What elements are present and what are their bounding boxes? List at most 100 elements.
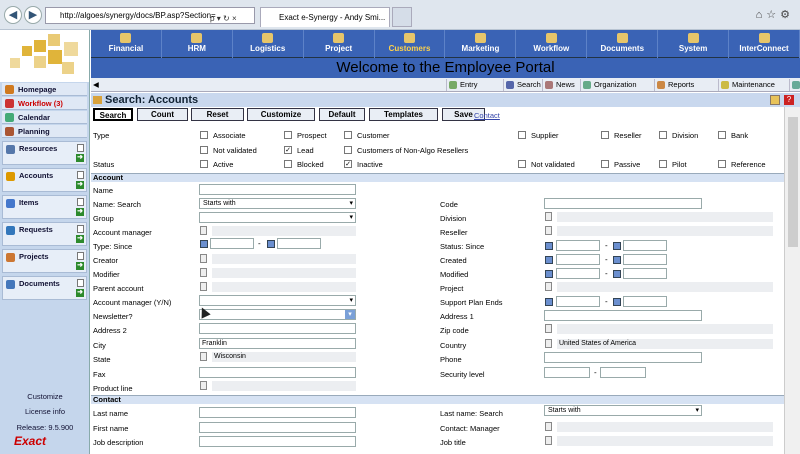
type-checkbox-reseller[interactable] <box>601 131 609 139</box>
toolbar-search[interactable]: Search <box>503 79 541 91</box>
go-arrow-icon[interactable]: ➜ <box>76 235 84 243</box>
default-button[interactable]: Default <box>319 108 365 121</box>
search-button[interactable]: Search <box>93 108 133 121</box>
go-arrow-icon[interactable]: ➜ <box>76 181 84 189</box>
name-input[interactable] <box>199 184 356 195</box>
status-since-to-calendar-icon[interactable] <box>613 242 621 250</box>
sidebar-item-planning[interactable]: Planning <box>2 125 87 138</box>
sidebar-item-workflow[interactable]: Workflow (3) <box>2 97 87 110</box>
sidebar-group-documents[interactable]: Documents ➜ <box>2 276 87 300</box>
type-since-to-calendar-icon[interactable] <box>267 240 275 248</box>
contact-input-job-description[interactable] <box>199 436 356 447</box>
newsletter-select[interactable]: ▾ <box>199 309 356 320</box>
account-manager-picker-icon[interactable] <box>200 226 207 235</box>
toolbar-reports[interactable]: Reports <box>654 79 694 91</box>
reset-button[interactable]: Reset <box>191 108 244 121</box>
security-level-to-input[interactable] <box>600 367 646 378</box>
sidebar-group-accounts[interactable]: Accounts ➜ <box>2 168 87 192</box>
new-document-icon[interactable] <box>77 171 84 179</box>
type-checkbox-customers-of-non-algo-resellers[interactable] <box>344 146 352 154</box>
contact-link[interactable]: Contact <box>474 111 500 120</box>
collapse-icon[interactable]: ◀ <box>91 79 101 91</box>
contact-input-first-name[interactable] <box>199 422 356 433</box>
modified-to-calendar-icon[interactable] <box>613 270 621 278</box>
job-title-picker-icon[interactable] <box>545 436 552 445</box>
type-since-calendar-icon[interactable] <box>200 240 208 248</box>
product-line-picker-icon[interactable] <box>200 381 207 390</box>
created-to-calendar-icon[interactable] <box>613 256 621 264</box>
type-checkbox-division[interactable] <box>659 131 667 139</box>
go-arrow-icon[interactable]: ➜ <box>76 262 84 270</box>
favorite-icon[interactable] <box>770 95 780 105</box>
status-checkbox-blocked[interactable] <box>284 160 292 168</box>
scrollbar[interactable] <box>784 107 800 454</box>
parent-account-picker-icon[interactable] <box>200 282 207 291</box>
customize-button[interactable]: Customize <box>247 108 315 121</box>
project-picker-icon[interactable] <box>545 282 552 291</box>
city-input[interactable]: Franklin <box>199 338 356 349</box>
new-document-icon[interactable] <box>77 144 84 152</box>
contact-manager-picker-icon[interactable] <box>545 422 552 431</box>
code-input[interactable] <box>544 198 702 209</box>
status-checkbox-not-validated[interactable] <box>518 160 526 168</box>
modified-from-calendar-icon[interactable] <box>545 270 553 278</box>
created-from-input[interactable] <box>556 254 600 265</box>
country-picker-icon[interactable] <box>545 339 552 348</box>
nav-system[interactable]: System <box>658 30 730 58</box>
status-since-from-calendar-icon[interactable] <box>545 242 553 250</box>
contact-input-last-name[interactable] <box>199 407 356 418</box>
type-checkbox-prospect[interactable] <box>284 131 292 139</box>
go-arrow-icon[interactable]: ➜ <box>76 208 84 216</box>
division-picker-icon[interactable] <box>545 212 552 221</box>
type-since-to-input[interactable] <box>277 238 321 249</box>
new-document-icon[interactable] <box>77 279 84 287</box>
support-plan-ends-from-calendar-icon[interactable] <box>545 298 553 306</box>
license-info-link[interactable]: License info <box>0 407 90 416</box>
browser-tab[interactable]: Exact e-Synergy - Andy Smi... <box>260 7 390 27</box>
nav-project[interactable]: Project <box>304 30 375 58</box>
sidebar-group-items[interactable]: Items ➜ <box>2 195 87 219</box>
toolbar-maintenance[interactable]: Maintenance <box>718 79 775 91</box>
status-since-from-input[interactable] <box>556 240 600 251</box>
nav-customers[interactable]: Customers <box>375 30 446 58</box>
zip-code-picker-icon[interactable] <box>545 324 552 333</box>
security-level-from-input[interactable] <box>544 367 590 378</box>
nav-logistics[interactable]: Logistics <box>233 30 304 58</box>
back-icon[interactable]: ◀ <box>4 6 22 24</box>
toolbar-entry[interactable]: Entry <box>446 79 478 91</box>
toolbar-news[interactable]: News <box>542 79 575 91</box>
support-plan-ends-to-calendar-icon[interactable] <box>613 298 621 306</box>
type-checkbox-associate[interactable] <box>200 131 208 139</box>
sidebar-item-calendar[interactable]: Calendar <box>2 111 87 124</box>
address2-input[interactable] <box>199 323 356 334</box>
nav-documents[interactable]: Documents <box>587 30 659 58</box>
modifier-picker-icon[interactable] <box>200 268 207 277</box>
status-checkbox-reference[interactable] <box>718 160 726 168</box>
reseller-picker-icon[interactable] <box>545 226 552 235</box>
customize-link[interactable]: Customize <box>0 392 90 401</box>
sidebar-group-requests[interactable]: Requests ➜ <box>2 222 87 246</box>
new-document-icon[interactable] <box>77 198 84 206</box>
new-document-icon[interactable] <box>77 225 84 233</box>
type-checkbox-lead[interactable]: ✓ <box>284 146 292 154</box>
address1-input[interactable] <box>544 310 702 321</box>
status-checkbox-active[interactable] <box>200 160 208 168</box>
nav-marketing[interactable]: Marketing <box>446 30 517 58</box>
type-checkbox-bank[interactable] <box>718 131 726 139</box>
type-checkbox-not-validated[interactable] <box>200 146 208 154</box>
created-to-input[interactable] <box>623 254 667 265</box>
go-arrow-icon[interactable]: ➜ <box>76 289 84 297</box>
state-picker-icon[interactable] <box>200 352 207 361</box>
go-arrow-icon[interactable]: ➜ <box>76 154 84 162</box>
nav-financial[interactable]: Financial <box>91 30 162 58</box>
help-icon[interactable]: ? <box>784 95 794 105</box>
nav-hrm[interactable]: HRM <box>162 30 233 58</box>
address-bar-controls[interactable]: ρ ▾ ↻ × <box>210 9 237 29</box>
count-button[interactable]: Count <box>137 108 188 121</box>
creator-picker-icon[interactable] <box>200 254 207 263</box>
modified-from-input[interactable] <box>556 268 600 279</box>
templates-button[interactable]: Templates <box>369 108 438 121</box>
browser-icons[interactable]: ⌂☆⚙ <box>756 8 794 21</box>
type-checkbox-customer[interactable] <box>344 131 352 139</box>
type-checkbox-supplier[interactable] <box>518 131 526 139</box>
